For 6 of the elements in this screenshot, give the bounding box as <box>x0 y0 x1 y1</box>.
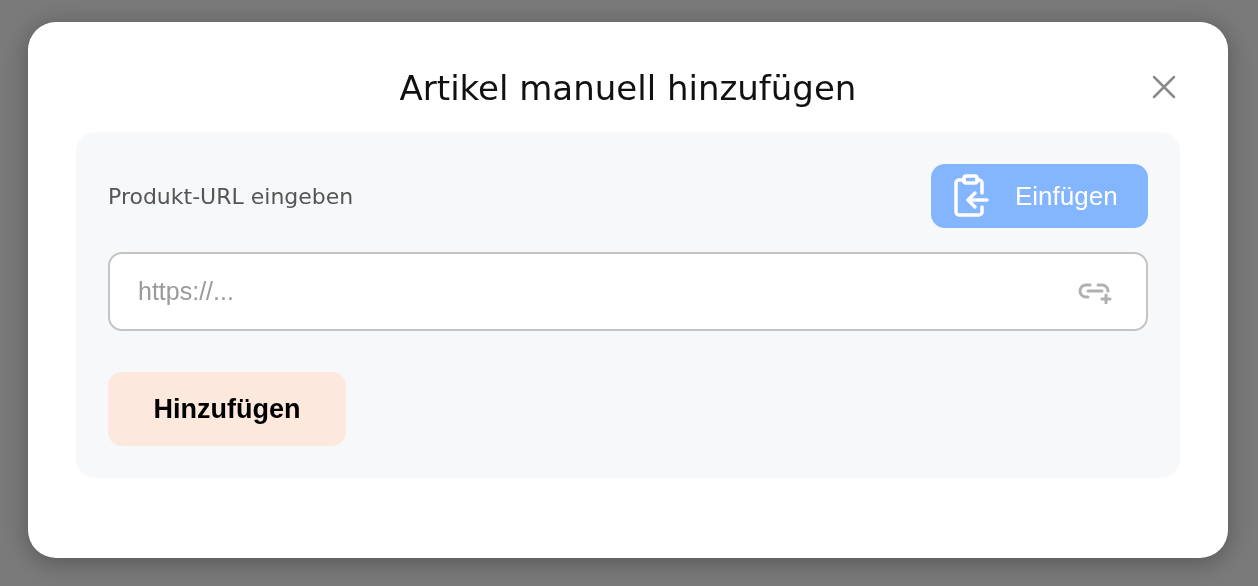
clipboard-icon <box>953 174 989 218</box>
url-field[interactable]: https://... <box>108 252 1148 331</box>
field-label: Produkt-URL eingeben <box>108 182 354 211</box>
dialog-title: Artikel manuell hinzufügen <box>399 70 857 106</box>
add-button[interactable]: Hinzufügen <box>108 372 346 446</box>
close-icon <box>1152 74 1176 99</box>
